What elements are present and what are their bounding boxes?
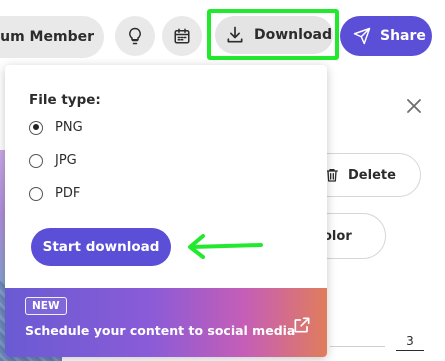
share-label: Share bbox=[380, 28, 426, 44]
ideas-button[interactable] bbox=[115, 16, 155, 56]
share-button[interactable]: Share bbox=[340, 16, 432, 56]
schedule-button[interactable] bbox=[162, 16, 202, 56]
file-type-option-jpg[interactable]: JPG bbox=[29, 153, 77, 168]
start-download-button[interactable]: Start download bbox=[31, 228, 171, 266]
new-badge: NEW bbox=[25, 297, 67, 315]
send-icon bbox=[353, 27, 371, 45]
close-button[interactable] bbox=[403, 95, 425, 117]
file-type-label: File type: bbox=[29, 92, 101, 108]
download-popover: File type: PNG JPG PDF Start download NE… bbox=[5, 65, 327, 357]
promo-text: Schedule your content to social media bbox=[25, 323, 296, 338]
close-icon bbox=[407, 99, 421, 113]
download-highlight-box bbox=[207, 9, 339, 60]
file-type-option-pdf[interactable]: PDF bbox=[29, 186, 80, 201]
premium-member-button[interactable]: mium Member bbox=[0, 16, 104, 58]
delete-label: Delete bbox=[348, 167, 396, 183]
file-type-option-png[interactable]: PNG bbox=[29, 120, 83, 135]
calendar-icon bbox=[174, 28, 190, 44]
external-link-icon[interactable] bbox=[292, 315, 312, 335]
file-type-option-label: PDF bbox=[55, 186, 81, 201]
slider-track[interactable] bbox=[330, 346, 385, 347]
annotation-arrow-icon bbox=[188, 234, 263, 259]
file-type-option-label: PNG bbox=[55, 120, 83, 135]
radio-button[interactable] bbox=[29, 186, 43, 201]
value-field[interactable]: 3 bbox=[396, 334, 424, 351]
lightbulb-icon bbox=[129, 27, 141, 45]
file-type-option-label: JPG bbox=[55, 153, 77, 168]
radio-button-selected[interactable] bbox=[29, 120, 43, 135]
schedule-promo-banner[interactable]: NEW Schedule your content to social medi… bbox=[5, 288, 327, 357]
premium-member-label: mium Member bbox=[0, 29, 94, 45]
color-label: olor bbox=[323, 228, 352, 244]
radio-button[interactable] bbox=[29, 153, 43, 168]
